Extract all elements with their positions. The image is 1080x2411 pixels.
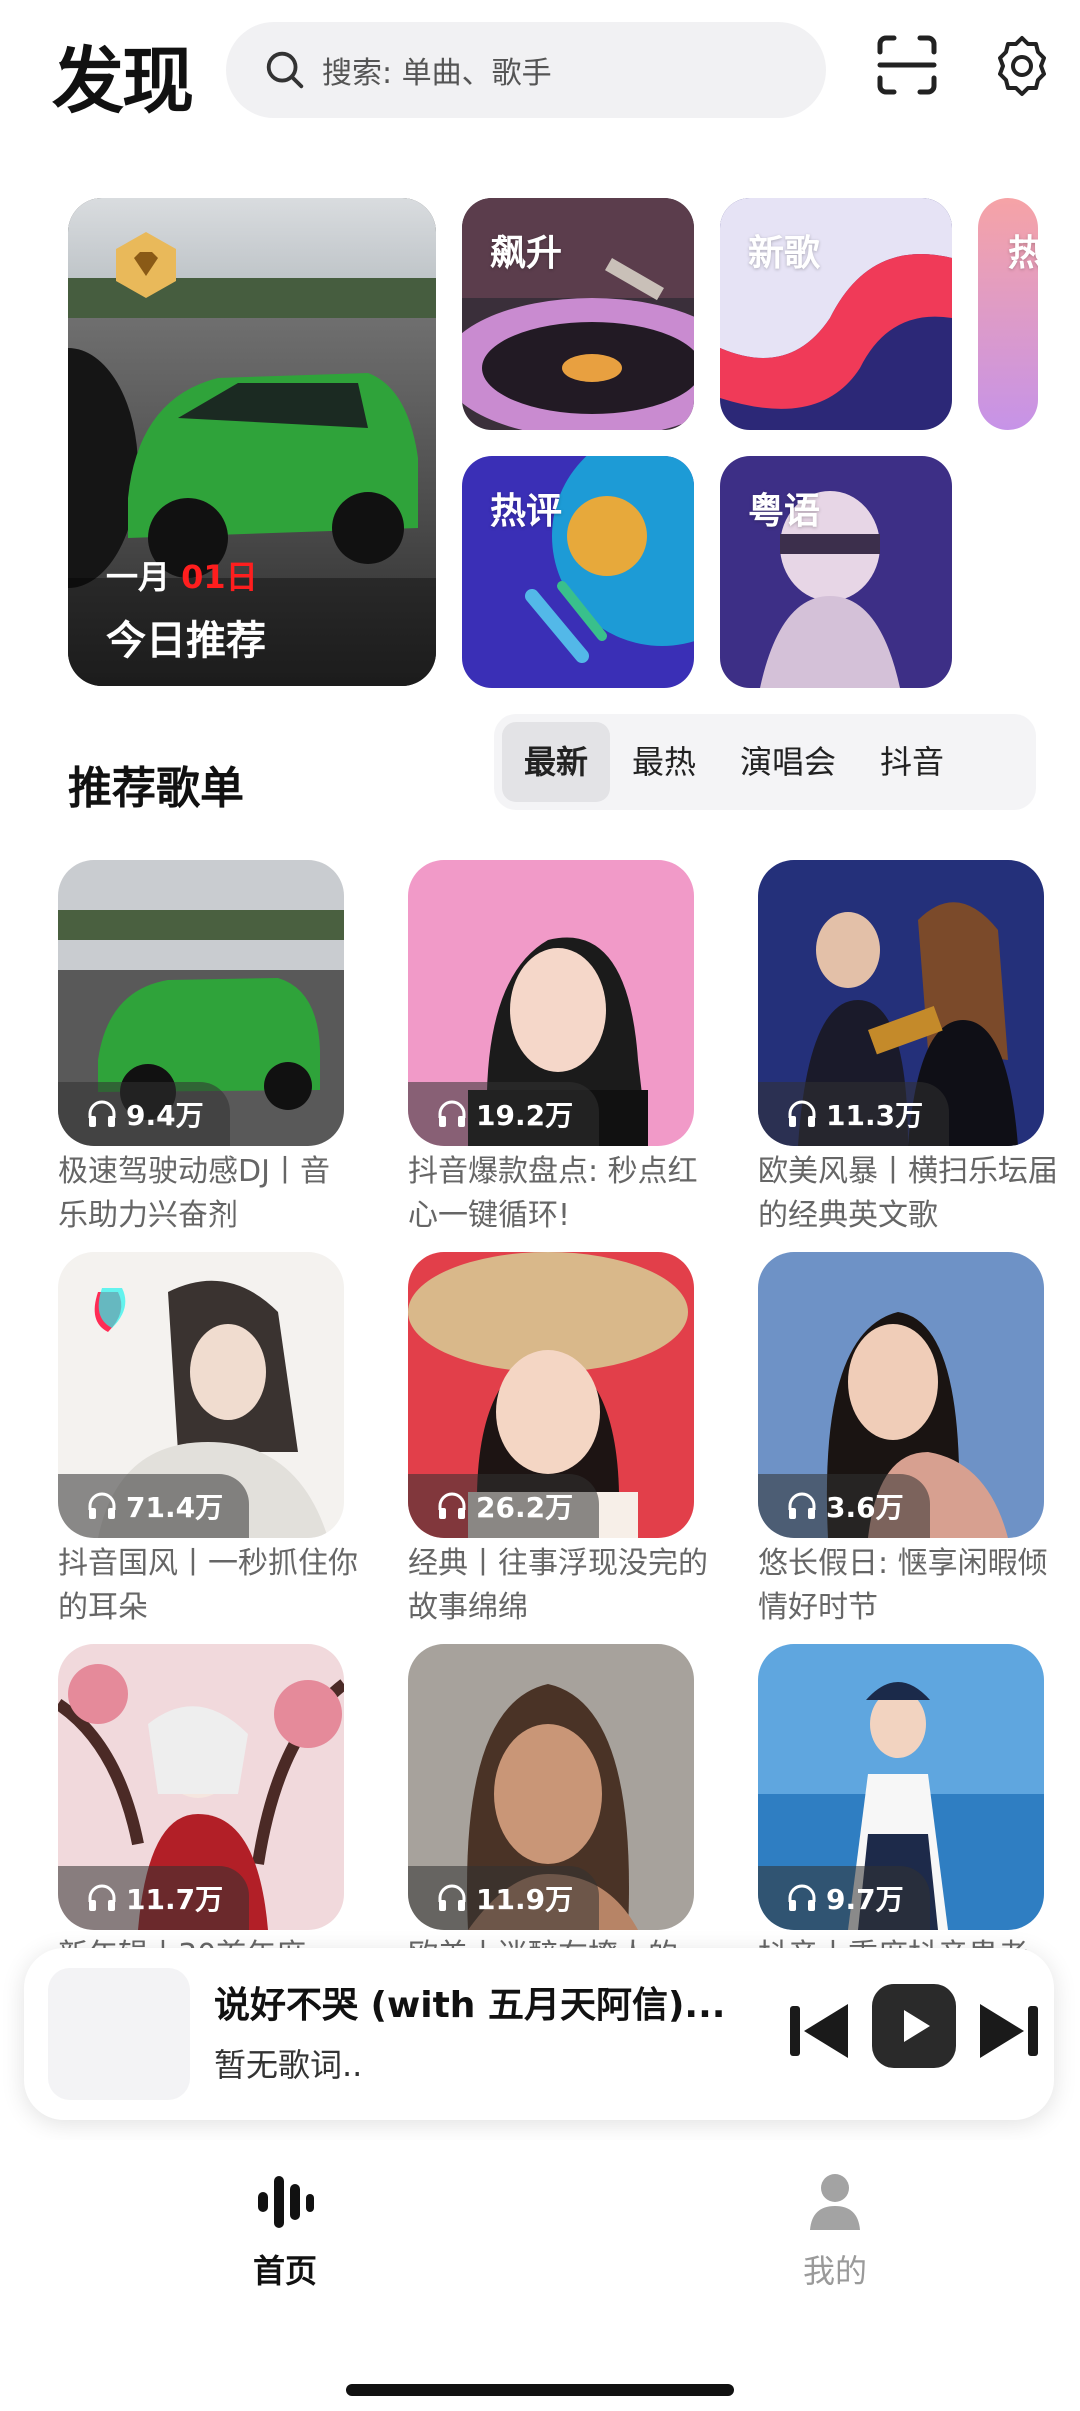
playlist-cover: 11.7万: [58, 1644, 344, 1930]
play-count: 26.2万: [408, 1474, 600, 1538]
play-count-value: 9.7万: [826, 1883, 904, 1916]
tab-concert[interactable]: 演唱会: [718, 722, 858, 802]
playlist-card[interactable]: 11.7万 新年辑丨30首年度: [58, 1644, 344, 1978]
play-count-value: 11.7万: [126, 1883, 224, 1916]
play-count: 9.7万: [758, 1866, 930, 1930]
nav-item-mine[interactable]: 我的: [760, 2170, 910, 2292]
playlist-cover: 9.7万: [758, 1644, 1044, 1930]
category-tile-new-songs[interactable]: 新歌: [720, 198, 952, 430]
playlist-title: 经典丨往事浮现没完的故事绵绵: [408, 1546, 708, 1625]
playlist-card[interactable]: 71.4万 抖音国风丨一秒抓住你的耳朵: [58, 1252, 358, 1630]
play-count: 11.7万: [58, 1866, 250, 1930]
playlist-title: 悠长假日: 惬享闲暇倾情好时节: [758, 1546, 1048, 1625]
playlist-cover: 11.9万: [408, 1644, 694, 1930]
playlist-cover: 71.4万: [58, 1252, 344, 1538]
now-playing-lyrics: 暂无歌词..: [214, 2046, 363, 2084]
previous-track-icon[interactable]: [784, 1996, 854, 2066]
play-count: 11.9万: [408, 1866, 600, 1930]
play-icon: [904, 2010, 930, 2042]
headphones-icon: [788, 1492, 816, 1519]
daily-title: 今日推荐: [106, 618, 266, 664]
next-track-icon[interactable]: [974, 1996, 1044, 2066]
home-waveform-icon: [258, 2176, 314, 2228]
daily-month: 一月: [106, 558, 171, 596]
headphones-icon: [88, 1492, 116, 1519]
now-playing-cover[interactable]: [48, 1968, 190, 2100]
daily-date: 一月 01日: [106, 552, 258, 598]
playlist-card[interactable]: 19.2万 抖音爆款盘点: 秒点红心一键循环!: [408, 860, 698, 1238]
playlist-title: 抖音爆款盘点: 秒点红心一键循环!: [408, 1154, 698, 1233]
play-count: 11.3万: [758, 1082, 950, 1146]
play-count-value: 3.6万: [826, 1491, 904, 1524]
headphones-icon: [788, 1100, 816, 1127]
playlist-cover: 3.6万: [758, 1252, 1044, 1538]
nav-item-home[interactable]: 首页: [210, 2170, 360, 2292]
category-tile-hot-comments[interactable]: 热评: [462, 456, 694, 688]
now-playing-title[interactable]: 说好不哭 (with 五月天阿信)...: [214, 1976, 774, 2028]
category-tile-cantonese[interactable]: 粤语: [720, 456, 952, 688]
playlist-tabs: 最新 最热 演唱会 抖音: [494, 714, 1036, 810]
playlist-card[interactable]: 3.6万 悠长假日: 惬享闲暇倾情好时节: [758, 1252, 1048, 1630]
page-title: 发现: [52, 39, 194, 123]
playlist-title: 抖音国风丨一秒抓住你的耳朵: [58, 1546, 358, 1625]
play-count-value: 71.4万: [126, 1491, 224, 1524]
category-label: 热评: [490, 491, 563, 532]
play-count: 71.4万: [58, 1474, 250, 1538]
category-label: 飙升: [490, 233, 563, 274]
play-count: 3.6万: [758, 1474, 930, 1538]
tab-latest[interactable]: 最新: [502, 722, 611, 802]
bottom-nav: 首页 我的: [0, 2140, 1080, 2411]
daily-recommend-card[interactable]: 一月 01日 今日推荐: [68, 198, 436, 686]
diamond-badge-icon: [116, 232, 176, 298]
play-count-value: 26.2万: [476, 1491, 574, 1524]
playlist-card[interactable]: 11.9万 欧美丨迷醉在撩人的: [408, 1644, 694, 1978]
playlist-card[interactable]: 9.4万 极速驾驶动感DJ丨音乐助力兴奋剂: [58, 860, 344, 1238]
playlist-cover: 26.2万: [408, 1252, 694, 1538]
playlist-card[interactable]: 9.7万 抖音丨重度抖音患者: [758, 1644, 1044, 1978]
headphones-icon: [438, 1884, 466, 1911]
play-count: 9.4万: [58, 1082, 230, 1146]
headphones-icon: [88, 1884, 116, 1911]
search-placeholder: 搜索: 单曲、歌手: [322, 56, 552, 91]
play-count-value: 9.4万: [126, 1099, 204, 1132]
header: 发现 搜索: 单曲、歌手: [0, 0, 1080, 150]
user-icon: [810, 2174, 860, 2230]
play-button[interactable]: [872, 1984, 956, 2068]
nav-label-mine: 我的: [802, 2252, 867, 2290]
play-count-value: 19.2万: [476, 1099, 574, 1132]
daily-day: 01日: [181, 558, 258, 596]
playlist-card[interactable]: 26.2万 经典丨往事浮现没完的故事绵绵: [408, 1252, 708, 1630]
playlist-cover: 11.3万: [758, 860, 1044, 1146]
tab-hottest[interactable]: 最热: [610, 722, 718, 802]
section-title: 推荐歌单: [68, 763, 244, 814]
play-count-value: 11.9万: [476, 1883, 574, 1916]
nav-label-home: 首页: [252, 2252, 317, 2290]
category-label: 新歌: [748, 233, 821, 274]
playlist-cover: 9.4万: [58, 860, 344, 1146]
category-tile-hot[interactable]: 热: [978, 198, 1038, 430]
search-input[interactable]: 搜索: 单曲、歌手: [226, 22, 826, 118]
headphones-icon: [788, 1884, 816, 1911]
headphones-icon: [438, 1100, 466, 1127]
playlist-cover: 19.2万: [408, 860, 694, 1146]
playlist-title: 欧美风暴丨横扫乐坛届的经典英文歌: [758, 1154, 1058, 1233]
headphones-icon: [88, 1100, 116, 1127]
settings-icon[interactable]: [990, 34, 1054, 98]
playlist-title: 极速驾驶动感DJ丨音乐助力兴奋剂: [58, 1154, 330, 1233]
tab-douyin[interactable]: 抖音: [858, 722, 966, 802]
play-count: 19.2万: [408, 1082, 600, 1146]
play-count-value: 11.3万: [826, 1099, 924, 1132]
category-tile-rising[interactable]: 飙升: [462, 198, 694, 430]
discover-page: 发现 搜索: 单曲、歌手 一月 01日 今日推荐 飙升 新歌 热 热评 粤语 推…: [0, 0, 1080, 2411]
playlist-card[interactable]: 11.3万 欧美风暴丨横扫乐坛届的经典英文歌: [758, 860, 1058, 1238]
scan-icon[interactable]: [876, 34, 938, 96]
headphones-icon: [438, 1492, 466, 1519]
category-label: 粤语: [748, 491, 821, 532]
category-label: 热: [1008, 233, 1038, 274]
mini-player[interactable]: 说好不哭 (with 五月天阿信)... 暂无歌词..: [24, 1948, 1054, 2120]
search-icon: [266, 51, 304, 89]
home-indicator[interactable]: [346, 2384, 734, 2396]
